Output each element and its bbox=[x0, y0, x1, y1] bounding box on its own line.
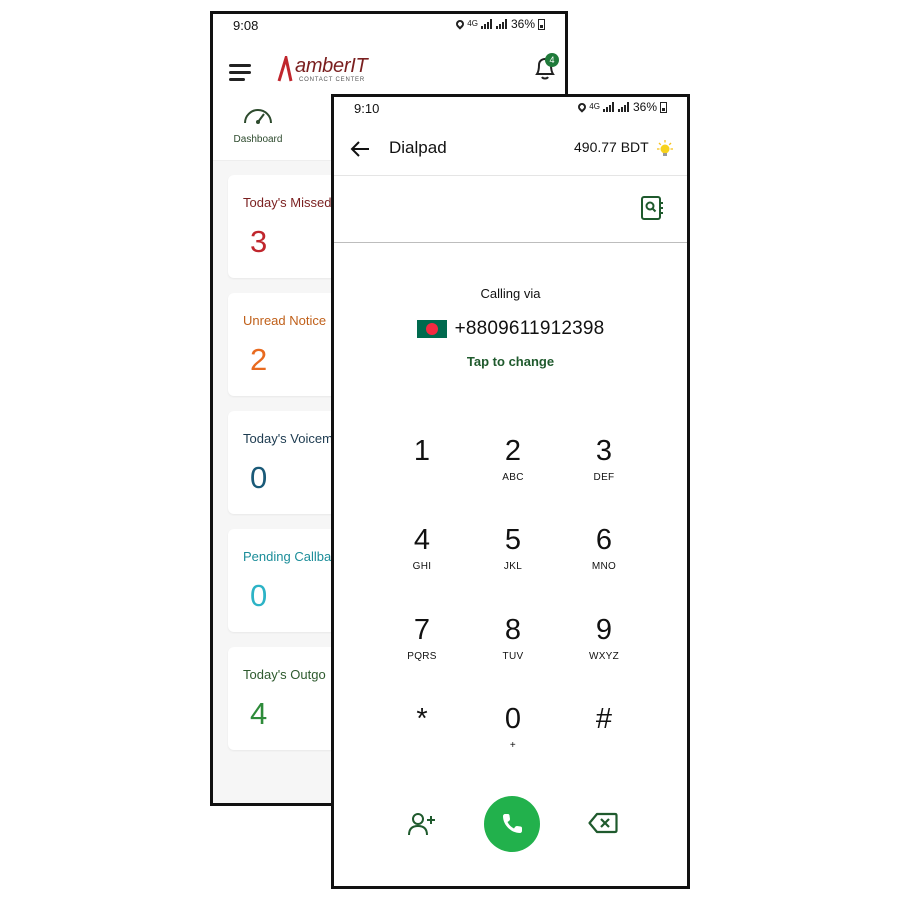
number-input[interactable] bbox=[334, 176, 687, 243]
key-8[interactable]: 8 TUV bbox=[478, 613, 548, 683]
battery-level: 36% bbox=[632, 100, 657, 114]
tab-label: Dashboard bbox=[233, 134, 283, 145]
key-0[interactable]: 0 + bbox=[478, 702, 548, 772]
notification-badge: 4 bbox=[545, 53, 559, 67]
tap-to-change-link[interactable]: Tap to change bbox=[334, 354, 687, 369]
dialpad-header: Dialpad 490.77 BDT bbox=[334, 125, 687, 176]
status-bar: 9:10 4G 36% bbox=[334, 97, 687, 121]
status-time: 9:08 bbox=[233, 18, 259, 33]
calling-via-label: Calling via bbox=[480, 286, 541, 301]
phone-icon bbox=[503, 814, 522, 833]
stat-label: Today's Voicem bbox=[243, 431, 333, 446]
key-5[interactable]: 5 JKL bbox=[478, 523, 548, 593]
balance: 490.77 BDT bbox=[574, 139, 649, 155]
battery-icon bbox=[660, 101, 667, 113]
backspace-icon[interactable] bbox=[588, 812, 618, 834]
contact-book-icon[interactable] bbox=[640, 195, 664, 221]
logo-subtext: CONTACT CENTER bbox=[299, 77, 365, 83]
key-3[interactable]: 3 DEF bbox=[569, 434, 639, 504]
menu-icon[interactable] bbox=[229, 64, 251, 81]
signal-icon bbox=[480, 19, 493, 29]
caller-number: +8809611912398 bbox=[454, 318, 605, 339]
speedometer-icon bbox=[244, 109, 272, 124]
notifications-button[interactable]: 4 bbox=[533, 53, 559, 83]
bulb-icon[interactable] bbox=[654, 139, 676, 161]
add-contact-icon[interactable] bbox=[408, 811, 436, 837]
dialpad-screen: 9:10 4G 36% Dialpad 490.77 BDT Calling v… bbox=[331, 94, 690, 889]
key-6[interactable]: 6 MNO bbox=[569, 523, 639, 593]
stat-label: Pending Callba bbox=[243, 549, 332, 564]
bangladesh-flag-icon bbox=[416, 320, 447, 338]
key-star[interactable]: * bbox=[387, 702, 457, 772]
app-header: amberIT CONTACT CENTER 4 bbox=[213, 42, 565, 102]
logo-text: amberIT bbox=[295, 55, 368, 77]
key-1[interactable]: 1 bbox=[387, 434, 457, 504]
status-bar: 9:08 4G 36% bbox=[213, 14, 565, 38]
stat-value: 2 bbox=[250, 342, 268, 377]
signal-icon bbox=[617, 102, 630, 112]
key-2[interactable]: 2 ABC bbox=[478, 434, 548, 504]
logo-mark-icon bbox=[277, 56, 293, 82]
back-arrow-icon[interactable] bbox=[349, 139, 371, 159]
network-type: 4G bbox=[467, 19, 478, 28]
key-hash[interactable]: # bbox=[569, 702, 639, 772]
network-type: 4G bbox=[589, 102, 600, 111]
key-4[interactable]: 4 GHI bbox=[387, 523, 457, 593]
battery-level: 36% bbox=[510, 17, 535, 31]
stat-value: 0 bbox=[250, 460, 268, 495]
caller-id[interactable]: +8809611912398 bbox=[334, 318, 687, 340]
stat-label: Unread Notice bbox=[243, 313, 327, 328]
key-9[interactable]: 9 WXYZ bbox=[569, 613, 639, 683]
signal-icon bbox=[495, 19, 508, 29]
stat-value: 4 bbox=[250, 696, 268, 731]
status-time: 9:10 bbox=[354, 101, 380, 116]
tab-dashboard[interactable]: Dashboard bbox=[223, 104, 293, 145]
location-icon bbox=[576, 101, 588, 113]
stat-value: 3 bbox=[250, 224, 268, 259]
key-7[interactable]: 7 PQRS bbox=[387, 613, 457, 683]
signal-icon bbox=[602, 102, 615, 112]
stat-label: Today's Missed bbox=[243, 195, 332, 210]
call-button[interactable] bbox=[484, 796, 540, 852]
app-logo: amberIT CONTACT CENTER bbox=[277, 52, 377, 88]
stat-value: 0 bbox=[250, 578, 268, 613]
battery-icon bbox=[538, 18, 545, 30]
page-title: Dialpad bbox=[389, 138, 447, 157]
stat-label: Today's Outgo bbox=[243, 667, 326, 682]
location-icon bbox=[454, 18, 466, 30]
